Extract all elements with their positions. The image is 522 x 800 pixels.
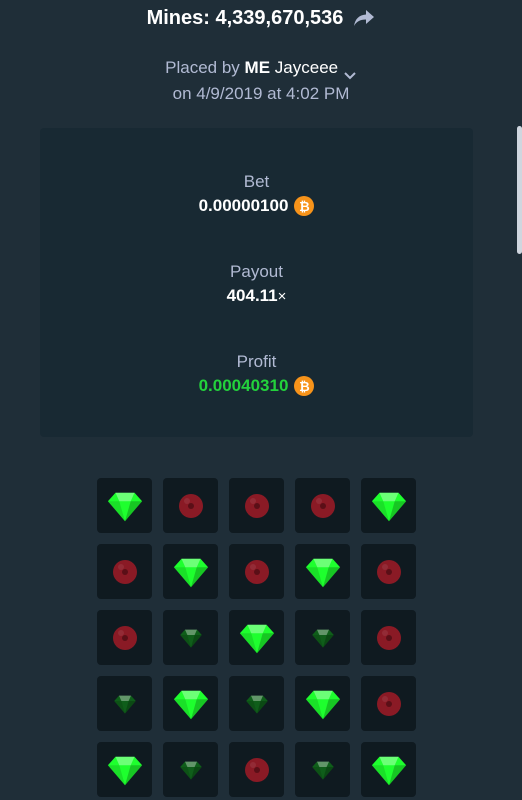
mine-icon <box>112 625 137 650</box>
user-rank-badge: ME <box>244 58 271 77</box>
gem-tile[interactable] <box>229 610 284 665</box>
gem-tile[interactable] <box>295 676 350 731</box>
gem-icon <box>179 629 202 648</box>
gem-tile-unrevealed[interactable] <box>295 742 350 797</box>
gem-tile-unrevealed[interactable] <box>163 610 218 665</box>
placed-by-line: Placed by ME Jayceee <box>0 56 522 80</box>
bet-timestamp: on 4/9/2019 at 4:02 PM <box>172 84 350 103</box>
gem-tile[interactable] <box>97 478 152 533</box>
payout-stat: Payout 404.11× <box>40 262 473 306</box>
multiplier-sign: × <box>277 288 287 305</box>
bet-value-row: 0.00000100 ₿ <box>40 196 473 216</box>
scrollbar-thumb[interactable] <box>517 126 522 254</box>
mine-icon <box>376 691 401 716</box>
mine-icon <box>244 559 269 584</box>
mine-tile[interactable] <box>97 544 152 599</box>
payout-label: Payout <box>230 262 283 281</box>
mine-tile[interactable] <box>361 610 416 665</box>
bitcoin-icon: ₿ <box>294 376 315 396</box>
gem-tile-unrevealed[interactable] <box>163 742 218 797</box>
gem-tile[interactable] <box>97 742 152 797</box>
gem-icon <box>371 756 406 785</box>
gem-tile[interactable] <box>361 742 416 797</box>
gem-tile[interactable] <box>295 544 350 599</box>
username-link[interactable]: Jayceee <box>275 58 338 77</box>
mine-icon <box>376 559 401 584</box>
gem-tile-unrevealed[interactable] <box>295 610 350 665</box>
gem-icon <box>305 690 340 719</box>
mine-tile[interactable] <box>229 478 284 533</box>
gem-icon <box>305 558 340 587</box>
mine-icon <box>244 493 269 518</box>
gem-icon <box>107 756 142 785</box>
mine-tile[interactable] <box>229 544 284 599</box>
mine-tile[interactable] <box>229 742 284 797</box>
placed-by-label: Placed by <box>165 58 240 77</box>
mine-tile[interactable] <box>361 544 416 599</box>
profit-value: 0.00040310 <box>198 376 289 395</box>
gem-icon <box>107 492 142 521</box>
gem-icon <box>239 624 274 653</box>
gem-icon <box>311 761 334 780</box>
game-title: Mines: 4,339,670,536 <box>146 6 344 29</box>
mine-icon <box>310 493 335 518</box>
gem-tile-unrevealed[interactable] <box>229 676 284 731</box>
gem-tile[interactable] <box>163 544 218 599</box>
gem-tile-unrevealed[interactable] <box>97 676 152 731</box>
mine-icon <box>112 559 137 584</box>
gem-icon <box>173 690 208 719</box>
profit-stat: Profit 0.00040310 ₿ <box>40 352 473 396</box>
gem-icon <box>371 492 406 521</box>
bet-summary-panel: Bet 0.00000100 ₿ Payout 404.11× Profit 0… <box>40 128 473 437</box>
gem-icon <box>311 629 334 648</box>
payout-value-row: 404.11× <box>40 286 473 306</box>
gem-icon <box>173 558 208 587</box>
bitcoin-icon: ₿ <box>294 196 315 216</box>
mine-tile[interactable] <box>97 610 152 665</box>
gem-tile[interactable] <box>361 478 416 533</box>
gem-icon <box>113 695 136 714</box>
mine-icon <box>178 493 203 518</box>
chevron-down-icon[interactable] <box>343 64 357 79</box>
payout-value: 404.11 <box>226 286 278 305</box>
game-title-row: Mines: 4,339,670,536 <box>0 4 522 32</box>
bet-label: Bet <box>243 172 270 191</box>
profit-value-row: 0.00040310 ₿ <box>40 376 473 396</box>
bet-stat: Bet 0.00000100 ₿ <box>40 172 473 216</box>
mine-icon <box>376 625 401 650</box>
mine-tile[interactable] <box>361 676 416 731</box>
gem-tile[interactable] <box>163 676 218 731</box>
mine-tile[interactable] <box>163 478 218 533</box>
profit-label: Profit <box>236 352 277 371</box>
gem-icon <box>245 695 268 714</box>
bet-value: 0.00000100 <box>198 196 289 215</box>
gem-icon <box>179 761 202 780</box>
mine-icon <box>244 757 269 782</box>
mine-tile[interactable] <box>295 478 350 533</box>
share-arrow-icon[interactable] <box>353 9 375 27</box>
